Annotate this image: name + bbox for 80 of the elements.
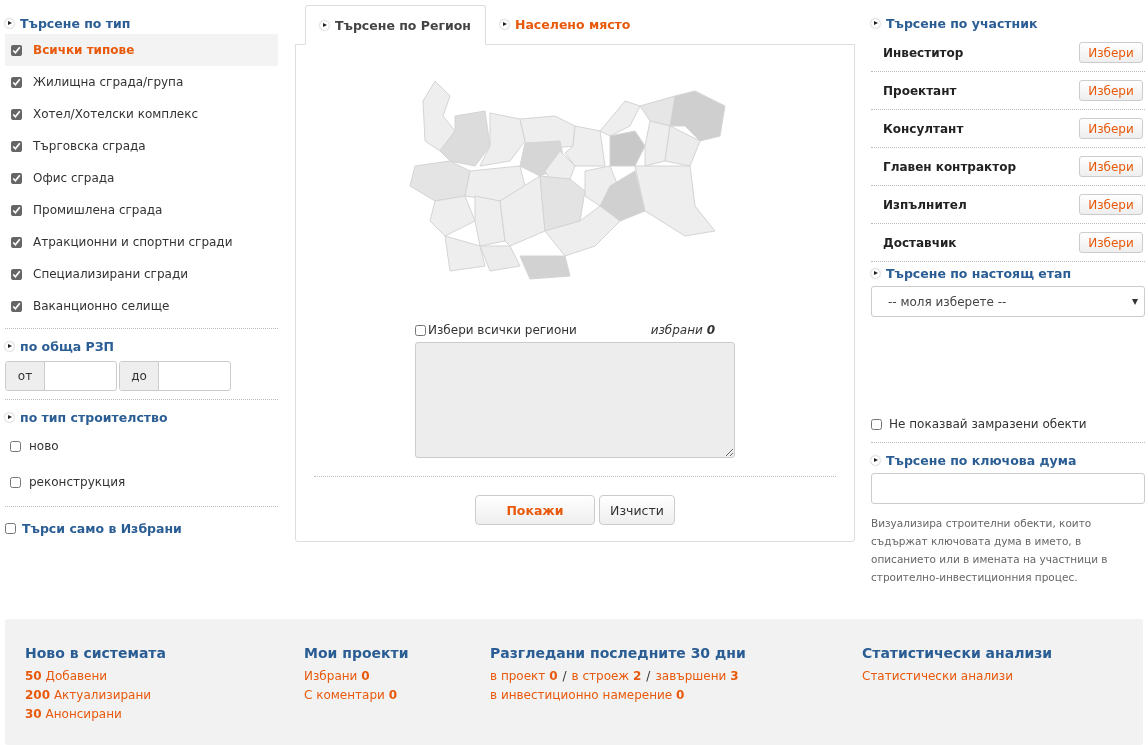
from-field[interactable]: от	[5, 361, 117, 391]
participant-label: Проектант	[883, 83, 957, 98]
keyword-field[interactable]	[871, 473, 1145, 504]
construction-option[interactable]: реконструкция	[5, 464, 278, 500]
caret-icon	[1132, 298, 1138, 305]
checkbox[interactable]	[415, 324, 426, 336]
type-checkbox-row[interactable]: Жилищна сграда/група	[5, 66, 278, 98]
footer-link[interactable]: в инвестиционно намерение 0	[490, 686, 685, 705]
participant-label: Главен контрактор	[883, 159, 1016, 174]
footer-link[interactable]: в строеж 2	[571, 667, 642, 686]
participant-label: Консултант	[883, 121, 964, 136]
type-checkbox-row[interactable]: Атракционни и спортни сгради	[5, 226, 278, 258]
to-field[interactable]: до	[119, 361, 231, 391]
type-checkbox-row[interactable]: Всички типове	[5, 34, 278, 66]
stage-dropdown[interactable]: -- моля изберете --	[871, 286, 1145, 317]
checkbox[interactable]	[11, 204, 22, 216]
checkbox[interactable]	[11, 140, 22, 152]
checkbox[interactable]	[11, 44, 22, 56]
footer-link[interactable]: в проект 0	[490, 667, 558, 686]
footer-link[interactable]: завършени 3	[655, 667, 739, 686]
selected-count: избрани 0	[650, 323, 715, 337]
footer-link[interactable]: 30 Анонсирани	[25, 705, 122, 724]
choose-button[interactable]: Избери	[1079, 118, 1143, 139]
tab[interactable]: Населено място	[485, 4, 645, 44]
footer-heading: Мои проекти	[304, 645, 410, 661]
clear-button[interactable]: Изчисти	[599, 495, 675, 525]
footer-link[interactable]: Статистически анализи	[862, 667, 1014, 686]
checkbox[interactable]	[10, 476, 21, 488]
type-checkbox-row[interactable]: Хотел/Хотелски комплекс	[5, 98, 278, 130]
bullet-icon	[871, 268, 880, 278]
bullet-icon	[871, 18, 880, 28]
checkbox[interactable]	[10, 440, 21, 452]
bullet-icon	[5, 18, 14, 28]
selected-regions-field[interactable]	[415, 342, 735, 458]
footer-link[interactable]: 50 Добавени	[25, 667, 108, 686]
type-checkbox-row[interactable]: Ваканционно селище	[5, 290, 278, 322]
section-title: Търсене по ключова дума	[871, 449, 1145, 471]
checkbox[interactable]	[5, 522, 16, 534]
participant-label: Доставчик	[883, 235, 957, 250]
checkbox[interactable]	[11, 300, 22, 312]
participant-label: Изпълнител	[883, 197, 967, 212]
bullet-icon	[5, 341, 14, 351]
choose-button[interactable]: Избери	[1079, 42, 1143, 63]
choose-button[interactable]: Избери	[1079, 232, 1143, 253]
type-checkbox-row[interactable]: Специализирани сгради	[5, 258, 278, 290]
participant-label: Инвеститор	[883, 45, 964, 60]
footer-heading: Ново в системата	[25, 645, 167, 661]
checkbox[interactable]	[11, 236, 22, 248]
select-all-regions-option[interactable]: Избери всички региони	[415, 323, 577, 337]
footer-link[interactable]: Избрани 0	[304, 667, 370, 686]
bullet-icon	[871, 455, 880, 465]
choose-button[interactable]: Избери	[1079, 80, 1143, 101]
construction-option[interactable]: ново	[5, 428, 278, 464]
type-checkbox-row[interactable]: Офис сграда	[5, 162, 278, 194]
checkbox[interactable]	[11, 172, 22, 184]
choose-button[interactable]: Избери	[1079, 156, 1143, 177]
footer-heading: Статистически анализи	[862, 645, 1053, 661]
footer-link[interactable]: С коментари 0	[304, 686, 397, 705]
checkbox[interactable]	[11, 268, 22, 280]
show-button[interactable]: Покажи	[475, 495, 595, 525]
footer-heading: Разгледани последните 30 дни	[490, 645, 747, 661]
checkbox[interactable]	[11, 76, 22, 88]
bullet-icon	[5, 412, 14, 422]
separator: /	[562, 668, 567, 685]
checkbox[interactable]	[11, 108, 22, 120]
type-checkbox-row[interactable]: Търговска сграда	[5, 130, 278, 162]
checkbox[interactable]	[871, 418, 882, 430]
separator: /	[646, 668, 651, 685]
footer-link[interactable]: 200 Актуализирани	[25, 686, 152, 705]
keyword-hint: Визуализира строителни обекти, които съдържат ключовата дума в името, в описанието или в имената на участници в строително-инвестиционния процес.	[871, 516, 1109, 585]
type-checkbox-row[interactable]: Промишлена сграда	[5, 194, 278, 226]
favorites-only-option[interactable]: Търси само в Избрани	[5, 513, 278, 543]
section-title: по обща РЗП	[5, 335, 278, 357]
section-title: Търсене по настоящ етап	[871, 262, 1145, 284]
section-title: Търсене по участник	[871, 12, 1145, 34]
section-title: по тип строителство	[5, 406, 278, 428]
hide-frozen-option[interactable]: Не показвай замразени обекти	[871, 412, 1145, 436]
tab[interactable]: Търсене по Регион	[305, 5, 486, 45]
choose-button[interactable]: Избери	[1079, 194, 1143, 215]
section-title: Търсене по тип	[5, 12, 278, 34]
